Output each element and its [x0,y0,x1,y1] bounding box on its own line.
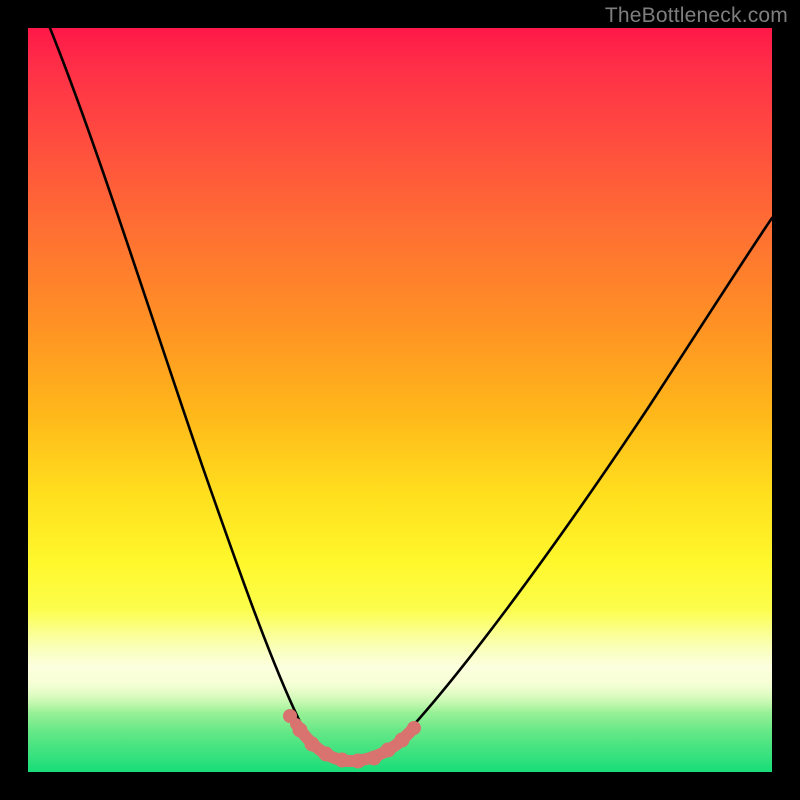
valley-dot [408,722,421,735]
valley-dot [367,751,381,765]
valley-marker-group [284,710,421,769]
bottleneck-curve-path [50,28,772,761]
valley-dot [381,743,395,757]
valley-dot [319,747,333,761]
chart-frame: TheBottleneck.com [0,0,800,800]
watermark-text: TheBottleneck.com [605,4,788,28]
valley-dot [335,753,349,767]
plot-area [28,28,772,772]
bottleneck-curve-svg [28,28,772,772]
valley-dot [351,754,365,768]
valley-dot [293,723,307,737]
valley-dot [305,737,319,751]
valley-dot [395,733,409,747]
valley-dot [284,710,297,723]
